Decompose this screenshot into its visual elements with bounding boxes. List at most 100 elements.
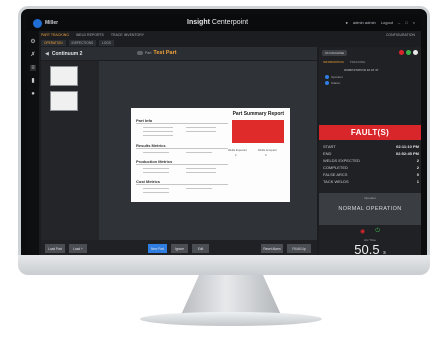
- tab-trace-inventory[interactable]: TRACE INVENTORY: [111, 33, 144, 37]
- mini-row-label: Operator: [331, 75, 343, 79]
- tab-tracking[interactable]: TRACKING: [350, 60, 366, 64]
- subtab-logs[interactable]: LOGS: [99, 40, 115, 46]
- brand-logo-icon: [33, 18, 42, 28]
- welds-accepted-label: Welds Accepted: [258, 149, 277, 152]
- report-page: Part Summary Report Part Info Results Me…: [131, 108, 290, 202]
- user-name[interactable]: admin admin: [353, 20, 376, 25]
- stat-welds-expected: WELDS EXPECTED 2: [323, 158, 419, 163]
- fault-highlight-block: [232, 120, 284, 143]
- wrench-icon[interactable]: ✗: [30, 52, 36, 58]
- brand-name: Miller: [45, 20, 59, 26]
- page-thumbnail[interactable]: [50, 91, 78, 111]
- tab-information[interactable]: INFORMATION: [323, 60, 344, 64]
- text-line: [143, 131, 173, 132]
- tab-part-tracking[interactable]: PART TRACKING: [41, 33, 69, 37]
- page-thumbnails: [41, 61, 99, 241]
- new-part-button[interactable]: New Part: [148, 244, 167, 253]
- text-line: [143, 188, 169, 189]
- mini-row-operator[interactable]: Operator: [325, 75, 343, 79]
- stat-label: WELDS EXPECTED: [323, 158, 360, 163]
- text-line: [143, 152, 169, 153]
- text-line: [186, 127, 216, 128]
- stat-label: COMPLETED: [323, 165, 348, 170]
- stat-value: 02:11:10 PM: [396, 144, 419, 149]
- user-icon: ●: [345, 20, 348, 25]
- app-title: Insight Centerpoint: [187, 19, 248, 26]
- breadcrumb-bar: ◀ Continuum 2: [41, 47, 317, 60]
- fault-status-banner: FAULT(S): [319, 125, 421, 140]
- stat-value: 2: [416, 165, 419, 170]
- radio-icon[interactable]: [325, 81, 329, 85]
- divider: [136, 148, 228, 149]
- mini-row-label: Station: [331, 81, 341, 85]
- stat-value: 02:52:45 PM: [395, 151, 419, 156]
- divider: [136, 184, 228, 185]
- edit-button[interactable]: Edit: [192, 244, 209, 253]
- stat-label: END: [323, 151, 332, 156]
- stop-icon[interactable]: ◉: [360, 228, 365, 235]
- stat-start: START 02:11:10 PM: [323, 144, 419, 149]
- part-toggle[interactable]: Part Test Part: [137, 50, 177, 56]
- chart-icon[interactable]: ▮: [30, 78, 36, 84]
- bars-icon[interactable]: ≡: [30, 65, 36, 71]
- stat-end: END 02:52:45 PM: [323, 151, 419, 156]
- ignore-button[interactable]: Ignore: [171, 244, 188, 253]
- stat-label: FALSE ARCS: [323, 172, 348, 177]
- action-bar: Load Part Load + New Part Ignore Edit Re…: [41, 240, 317, 255]
- report-title: Part Summary Report: [232, 111, 284, 117]
- top-bar: Miller Insight Centerpoint ● admin admin…: [27, 15, 421, 31]
- nav-rail: ⚙ ✗ ≡ ▮ ●: [27, 31, 39, 255]
- stat-completed: COMPLETED 2: [323, 165, 419, 170]
- sidebar-tabs: INFORMATION TRACKING: [323, 60, 365, 64]
- person-icon[interactable]: ●: [30, 91, 36, 97]
- page-thumbnail[interactable]: [50, 66, 78, 86]
- load-plus-button[interactable]: Load +: [69, 244, 87, 253]
- minimize-icon[interactable]: –: [398, 20, 400, 25]
- gear-icon[interactable]: ⚙: [30, 39, 36, 45]
- back-icon[interactable]: ◀: [45, 51, 49, 57]
- shift-pill[interactable]: ON MACHINE: [322, 49, 348, 56]
- timer-value: 50.5: [354, 242, 380, 255]
- configuration-link[interactable]: CONFIGURATION: [386, 33, 415, 37]
- white-light-icon: [413, 50, 418, 55]
- reset-alarm-button[interactable]: Reset Alarm: [261, 244, 283, 253]
- top-right-controls: ● admin admin Logout – □ ×: [345, 20, 415, 25]
- stat-tack-welds: TACK WELDS 1: [323, 179, 419, 184]
- text-line: [143, 192, 169, 193]
- monitor-base: [140, 312, 322, 326]
- green-light-icon: [406, 50, 411, 55]
- close-icon[interactable]: ×: [413, 20, 415, 25]
- fill-all-up-button[interactable]: Fill All Up: [287, 244, 311, 253]
- status-sidebar: ON MACHINE INFORMATION TRACKING WORKSTAT…: [319, 47, 421, 255]
- text-line: [186, 168, 216, 169]
- radio-icon[interactable]: [325, 75, 329, 79]
- text-line: [186, 172, 216, 173]
- subtab-operation[interactable]: OPERATION: [41, 40, 66, 46]
- text-line: [143, 168, 169, 169]
- indicator-lights: [399, 50, 418, 55]
- power-icon[interactable]: ⏻: [375, 228, 380, 235]
- status-icons: ◉ ⏻: [360, 228, 380, 235]
- welds-expected-label: Welds Expected: [228, 149, 247, 152]
- arc-timer: 50.5 s: [319, 242, 421, 255]
- maximize-icon[interactable]: □: [405, 20, 407, 25]
- text-line: [186, 188, 212, 189]
- tab-weld-reports[interactable]: WELD REPORTS: [76, 33, 104, 37]
- sub-tabs: OPERATION INSPECTIONS LOGS: [41, 40, 115, 46]
- logout-link[interactable]: Logout: [381, 20, 393, 25]
- part-name: Test Part: [153, 50, 177, 56]
- workstation-header: WORKSTATION 10 AT 47: [344, 68, 379, 72]
- text-line: [143, 127, 173, 128]
- breadcrumb: Continuum 2: [51, 50, 83, 57]
- sidebar-header: ON MACHINE: [319, 47, 421, 58]
- load-part-button[interactable]: Load Part: [45, 244, 65, 253]
- operation-status-panel: Operator NORMAL OPERATION: [319, 193, 421, 225]
- mini-row-station[interactable]: Station: [325, 81, 340, 85]
- toggle-switch-icon[interactable]: [137, 51, 143, 55]
- app-title-bold: Insight: [187, 19, 210, 26]
- subtab-inspections[interactable]: INSPECTIONS: [68, 40, 97, 46]
- divider: [136, 164, 228, 165]
- stat-value: 2: [416, 158, 419, 163]
- stat-false-arcs: FALSE ARCS 0: [323, 172, 419, 177]
- text-line: [143, 172, 169, 173]
